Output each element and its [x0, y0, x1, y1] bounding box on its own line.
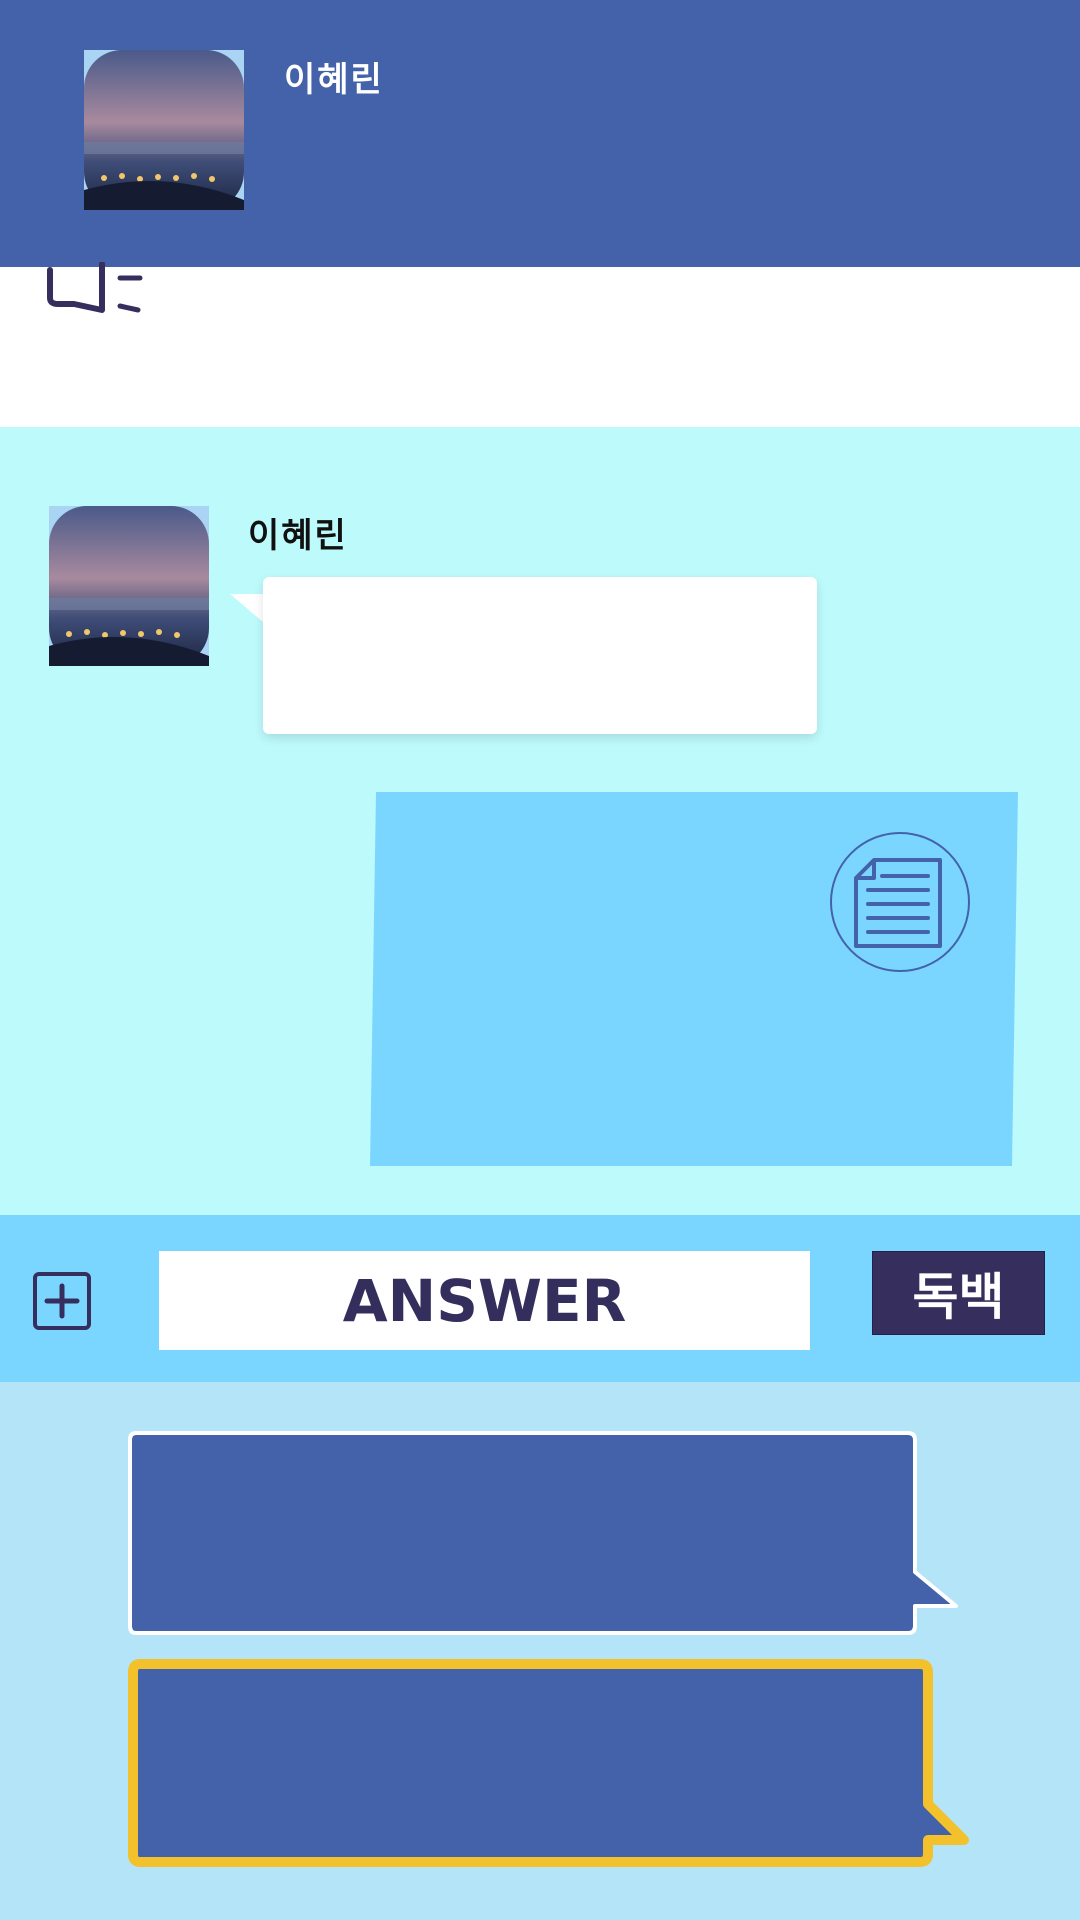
header-avatar[interactable] [84, 50, 244, 210]
header-name: 이혜린 [284, 60, 384, 100]
answer-input[interactable]: ANSWER [159, 1251, 810, 1350]
message-bubble[interactable] [263, 577, 817, 734]
notice-bar [0, 267, 1080, 427]
choice-option-2[interactable] [128, 1658, 970, 1868]
megaphone-icon[interactable] [44, 261, 144, 326]
choice-option-1[interactable] [128, 1430, 960, 1636]
sender-name: 이혜린 [248, 516, 348, 556]
profile-photo-icon [84, 50, 244, 210]
profile-photo-icon [49, 506, 209, 666]
add-button[interactable] [33, 1272, 91, 1330]
document-icon[interactable] [828, 830, 972, 978]
monologue-button[interactable]: 독백 [872, 1251, 1045, 1335]
plus-icon [44, 1283, 80, 1319]
message-avatar[interactable] [49, 506, 209, 666]
